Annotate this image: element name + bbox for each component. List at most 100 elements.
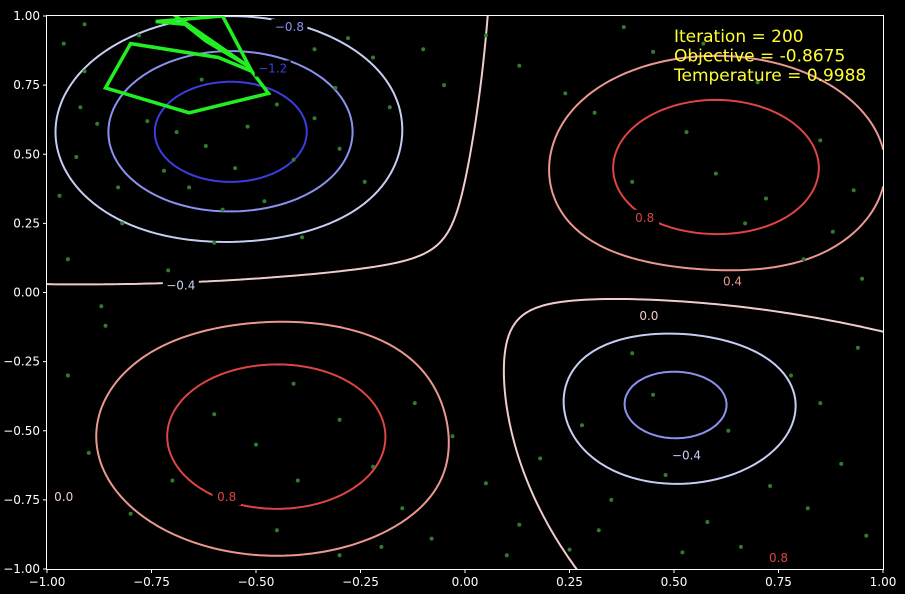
info-objective: Objective = -0.8675 — [674, 47, 845, 67]
sample-point — [254, 442, 258, 447]
sample-point — [592, 110, 597, 115]
sample-point — [663, 473, 668, 477]
sample-point — [421, 47, 426, 52]
contour-label: 0.4 — [723, 274, 742, 288]
sample-point — [504, 553, 509, 558]
sample-point — [99, 304, 104, 309]
contour-label: 0.8 — [635, 211, 654, 225]
sample-point — [295, 478, 300, 483]
sample-point — [312, 116, 317, 121]
contour-label: −0.8 — [275, 20, 304, 34]
contour-label: 0.0 — [54, 490, 73, 504]
y-tick-label: −0.75 — [3, 493, 40, 507]
sample-point — [346, 36, 350, 41]
info-temperature: Temperature = 0.9988 — [673, 66, 866, 86]
sample-point — [651, 49, 656, 54]
sample-point — [82, 22, 87, 27]
sample-point — [630, 351, 635, 356]
sample-point — [86, 450, 91, 455]
sample-point — [580, 423, 584, 428]
sample-point — [713, 171, 718, 176]
contour-label: −1.2 — [258, 62, 287, 76]
sample-point — [333, 85, 338, 90]
sample-point — [705, 520, 710, 524]
sample-point — [567, 547, 572, 552]
sample-point — [801, 257, 806, 262]
sample-point — [450, 434, 455, 439]
sample-point — [738, 544, 743, 549]
sample-point — [65, 257, 70, 262]
sample-point — [212, 412, 217, 417]
sample-point — [630, 179, 635, 184]
sample-point — [517, 63, 522, 68]
x-tick-label: 0.00 — [452, 575, 479, 589]
sample-point — [651, 392, 656, 397]
sample-point — [166, 268, 171, 273]
sample-point — [789, 373, 793, 378]
sample-point — [596, 528, 601, 533]
sample-point — [116, 185, 121, 190]
y-tick-label: 0.50 — [13, 147, 40, 161]
sample-point — [145, 119, 150, 124]
y-tick-label: 0.00 — [13, 286, 40, 300]
sample-point — [371, 464, 375, 469]
sample-point — [483, 481, 488, 486]
contour-label: −0.4 — [166, 279, 195, 293]
sample-point — [137, 33, 141, 38]
sample-point — [764, 196, 768, 201]
sample-point — [387, 105, 392, 110]
sample-point — [291, 157, 296, 162]
sample-point — [442, 83, 447, 88]
sample-point — [199, 77, 204, 82]
sample-point — [371, 55, 375, 60]
sample-point — [768, 484, 773, 488]
sample-point — [830, 229, 835, 234]
sample-point — [818, 138, 823, 143]
sample-point — [855, 345, 860, 350]
sample-point — [174, 130, 179, 135]
contour-label: 0.8 — [217, 490, 236, 504]
sample-point — [274, 102, 279, 107]
sample-point — [726, 428, 731, 433]
y-tick-label: −1.00 — [3, 562, 40, 576]
sample-point — [245, 124, 250, 129]
sample-point — [103, 323, 108, 328]
y-tick-label: 1.00 — [13, 9, 40, 23]
sample-point — [538, 456, 543, 461]
sample-point — [517, 522, 522, 527]
x-tick-label: 1.00 — [870, 575, 897, 589]
sample-point — [291, 381, 296, 386]
sample-point — [563, 91, 568, 96]
contour-label: −0.4 — [672, 449, 701, 463]
sample-point — [337, 553, 342, 558]
x-tick-label: 0.75 — [765, 575, 792, 589]
x-tick-label: −0.75 — [133, 575, 170, 589]
sample-point — [818, 401, 823, 406]
sample-point — [621, 25, 626, 30]
sample-point — [379, 544, 384, 549]
sample-point — [120, 221, 125, 226]
sample-point — [860, 276, 865, 281]
info-iteration: Iteration = 200 — [674, 27, 804, 47]
sample-point — [805, 506, 810, 511]
y-tick-label: −0.25 — [3, 355, 40, 369]
x-tick-label: −0.25 — [342, 575, 379, 589]
y-tick-label: 0.75 — [13, 78, 40, 92]
y-tick-label: 0.25 — [13, 216, 40, 230]
x-tick-label: 0.50 — [661, 575, 688, 589]
chart: −0.8 −1.2 −0.4 0.8 0.4 0.0 −0.4 0.8 0.0 0.8 −1.00… — [0, 0, 905, 594]
contour-label: 0.0 — [639, 309, 658, 323]
sample-point — [680, 550, 685, 555]
sample-point — [684, 130, 689, 135]
sample-point — [337, 417, 342, 422]
sample-point — [233, 166, 238, 171]
sample-point — [362, 179, 367, 184]
sample-point — [262, 199, 267, 204]
x-tick-label: 0.25 — [556, 575, 583, 589]
sample-point — [128, 511, 133, 516]
x-tick-label: −0.50 — [238, 575, 275, 589]
sample-point — [337, 146, 342, 151]
sample-point — [220, 207, 225, 212]
sample-point — [429, 536, 434, 541]
sample-point — [483, 33, 488, 38]
